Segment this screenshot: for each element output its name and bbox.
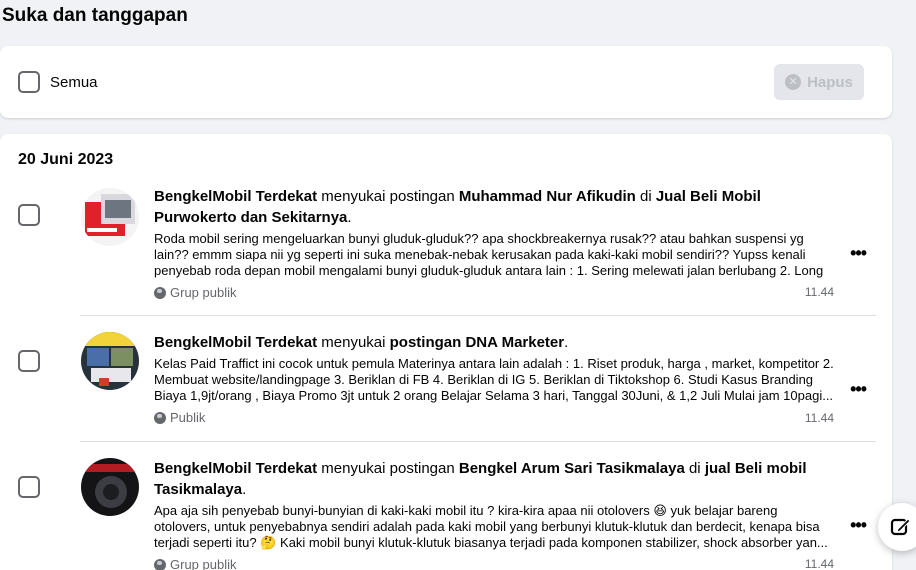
globe-icon (154, 286, 166, 299)
page-title: Suka dan tanggapan (2, 5, 188, 26)
activity-headline: BengkelMobil Terdekat menyukai postingan… (154, 188, 761, 226)
timestamp: 11.44 (804, 285, 834, 299)
timestamp: 11.44 (804, 411, 834, 425)
item-checkbox[interactable] (18, 350, 40, 372)
more-options-icon[interactable]: ••• (850, 516, 867, 534)
timestamp: 11.44 (804, 557, 834, 570)
selection-toolbar: Semua ✕ Hapus (0, 46, 892, 118)
post-snippet[interactable]: Kelas Paid Traffict ini cocok untuk pemu… (154, 356, 834, 404)
avatar[interactable] (81, 188, 139, 246)
more-options-icon[interactable]: ••• (850, 244, 867, 262)
target-link[interactable]: Muhammad Nur Afikudin (459, 188, 636, 205)
delete-button[interactable]: ✕ Hapus (774, 64, 864, 100)
avatar[interactable] (81, 458, 139, 516)
remove-circle-icon: ✕ (785, 74, 802, 90)
audience: Grup publik (154, 285, 834, 300)
compose-icon (890, 518, 911, 536)
select-all-checkbox[interactable] (18, 71, 40, 93)
date-header: 20 Juni 2023 (18, 151, 114, 168)
audience: Publik (154, 410, 834, 425)
avatar[interactable] (81, 332, 139, 390)
target-link[interactable]: Bengkel Arum Sari Tasikmalaya (459, 460, 685, 477)
item-checkbox[interactable] (18, 204, 40, 226)
select-all-label: Semua (50, 74, 98, 91)
globe-icon (154, 558, 166, 570)
item-checkbox[interactable] (18, 476, 40, 498)
activity-headline: BengkelMobil Terdekat menyukai postingan… (154, 460, 807, 498)
post-snippet[interactable]: Apa aja sih penyebab bunyi-bunyian di ka… (154, 503, 834, 551)
audience-label: Grup publik (170, 285, 237, 300)
activity-headline: BengkelMobil Terdekat menyukai postingan… (154, 334, 569, 351)
divider (80, 441, 876, 442)
audience-label: Publik (170, 410, 206, 425)
actor-link[interactable]: BengkelMobil Terdekat (154, 188, 317, 205)
audience: Grup publik (154, 557, 834, 570)
more-options-icon[interactable]: ••• (850, 380, 867, 398)
target-link[interactable]: postingan DNA Marketer (390, 334, 564, 351)
delete-button-label: Hapus (807, 73, 853, 91)
activity-list: 20 Juni 2023 BengkelMobil Terdekat menyu… (0, 134, 892, 570)
divider (80, 315, 876, 316)
post-snippet[interactable]: Roda mobil sering mengeluarkan bunyi glu… (154, 231, 834, 279)
audience-label: Grup publik (170, 557, 237, 570)
actor-link[interactable]: BengkelMobil Terdekat (154, 334, 317, 351)
globe-icon (154, 411, 166, 424)
actor-link[interactable]: BengkelMobil Terdekat (154, 460, 317, 477)
